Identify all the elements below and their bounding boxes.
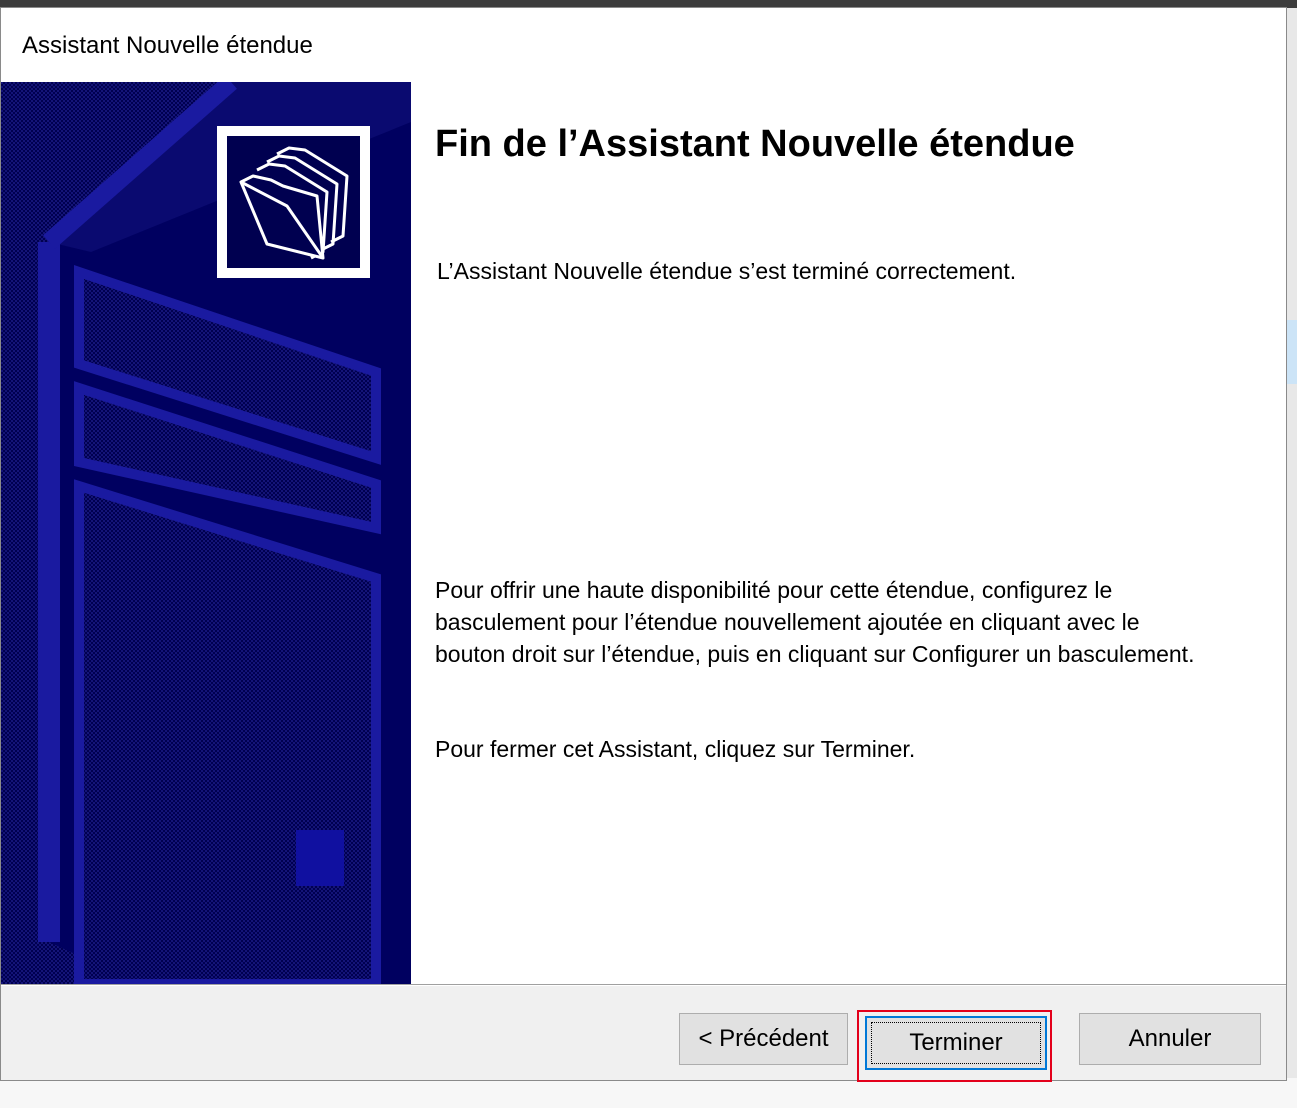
cancel-button[interactable]: Annuler <box>1079 1013 1261 1065</box>
close-instructions: Pour fermer cet Assistant, cliquez sur T… <box>435 736 916 762</box>
failover-instructions: Pour offrir une haute disponibilité pour… <box>435 577 1195 667</box>
background-app-bottom <box>0 1078 1297 1108</box>
title-bar[interactable]: Assistant Nouvelle étendue <box>1 8 1286 82</box>
folders-logo <box>217 126 370 278</box>
finish-button[interactable]: Terminer <box>865 1016 1047 1070</box>
focus-rectangle <box>871 1022 1041 1064</box>
wizard-sidebar-banner <box>1 82 411 984</box>
wizard-content: Fin de l’Assistant Nouvelle étendue L’As… <box>1 82 1286 984</box>
previous-button[interactable]: < Précédent <box>679 1013 848 1065</box>
window-title: Assistant Nouvelle étendue <box>22 32 313 59</box>
wizard-dialog: Assistant Nouvelle étendue Fin de l’Assi… <box>0 7 1287 1081</box>
folders-icon <box>227 136 360 268</box>
footer-separator <box>1 984 1286 986</box>
completion-message: L’Assistant Nouvelle étendue s’est termi… <box>437 258 1017 284</box>
page-heading: Fin de l’Assistant Nouvelle étendue <box>435 123 1075 165</box>
